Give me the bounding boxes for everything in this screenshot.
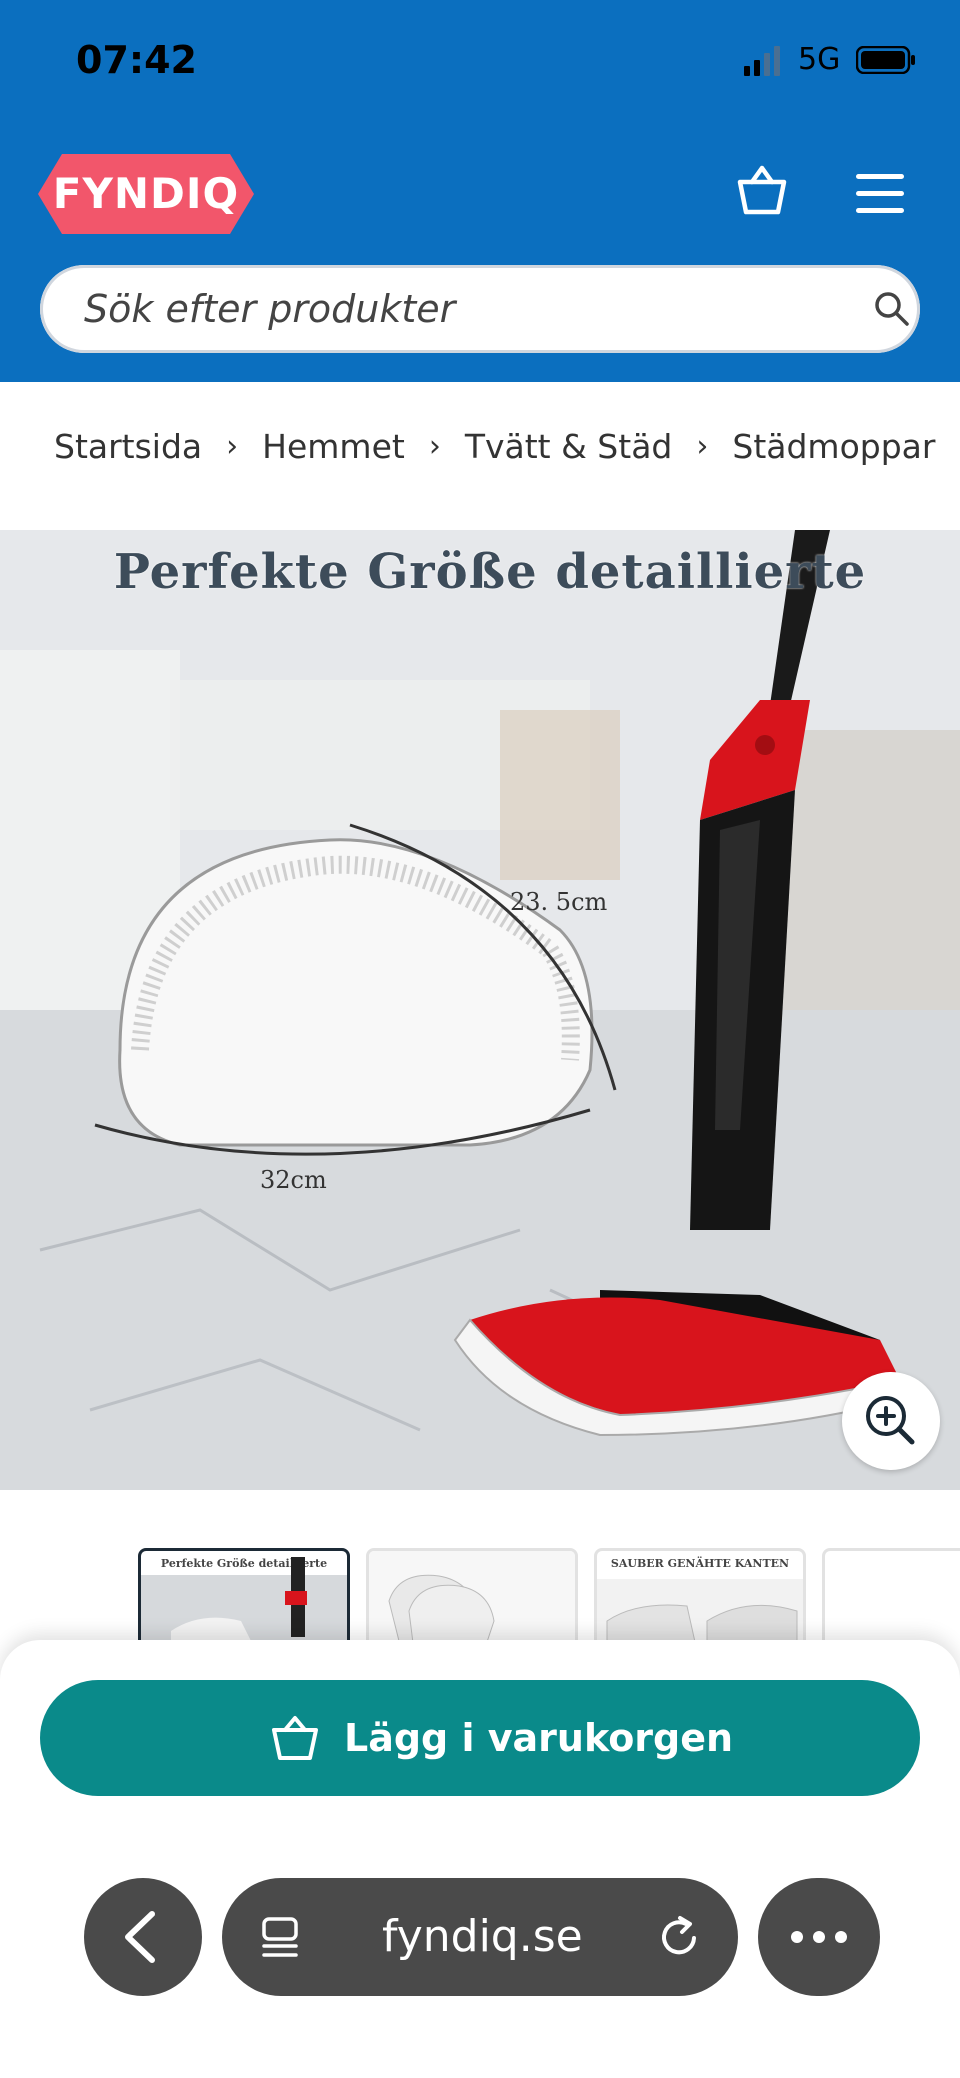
battery-icon	[856, 46, 915, 74]
breadcrumb-stadmoppar[interactable]: Städmoppar	[732, 427, 935, 466]
dimension-label-side: 23. 5cm	[510, 888, 608, 916]
header: 07:42 5G FYNDIQ	[0, 0, 960, 382]
status-time: 07:42	[76, 38, 197, 82]
cart-icon	[272, 1716, 318, 1760]
zoom-button[interactable]	[842, 1372, 940, 1470]
url-text: fyndiq.se	[382, 1911, 583, 1962]
chevron-right-icon: ›	[696, 428, 709, 464]
thumbnail-image	[369, 1551, 575, 1640]
chevron-right-icon: ›	[428, 428, 441, 464]
add-to-cart-button[interactable]: Lägg i varukorgen	[40, 1680, 920, 1796]
thumbnail-2[interactable]	[366, 1548, 578, 1640]
product-illustration	[0, 530, 960, 1490]
breadcrumb: Startsida › Hemmet › Tvätt & Städ › Städ…	[54, 424, 935, 468]
tabs-icon[interactable]	[258, 1916, 302, 1960]
browser-url-bar[interactable]: fyndiq.se	[222, 1878, 738, 1996]
thumbnail-strip: Perfekte Größe detaillierte SAUBER GENÄH…	[138, 1548, 960, 1640]
thumbnail-3[interactable]: SAUBER GENÄHTE KANTEN	[594, 1548, 806, 1640]
menu-icon[interactable]	[852, 166, 908, 222]
status-bar: 07:42 5G	[0, 0, 960, 120]
browser-back-button[interactable]	[84, 1878, 202, 1996]
browser-more-button[interactable]	[758, 1878, 880, 1996]
dimension-label-bottom: 32cm	[260, 1166, 327, 1194]
more-icon	[791, 1931, 847, 1943]
network-type: 5G	[798, 42, 841, 77]
thumbnail-image	[597, 1579, 803, 1640]
back-chevron-icon	[125, 1911, 155, 1963]
signal-icon	[744, 46, 780, 76]
logo-text: FYNDIQ	[52, 169, 240, 218]
fyndiq-logo[interactable]: FYNDIQ	[38, 154, 254, 234]
breadcrumb-tvatt-stad[interactable]: Tvätt & Städ	[465, 427, 673, 466]
thumbnail-4[interactable]	[822, 1548, 960, 1640]
breadcrumb-hemmet[interactable]: Hemmet	[262, 427, 405, 466]
thumbnail-image	[141, 1557, 347, 1640]
product-image[interactable]: Perfekte Größe detaillierte 23. 5cm 32cm	[0, 530, 960, 1490]
product-image-title: Perfekte Größe detaillierte	[113, 544, 867, 600]
chevron-right-icon: ›	[226, 428, 239, 464]
search-input[interactable]	[84, 265, 804, 353]
search-bar[interactable]	[40, 265, 920, 353]
reload-icon[interactable]	[656, 1914, 702, 1960]
breadcrumb-startsida[interactable]: Startsida	[54, 427, 202, 466]
zoom-in-icon	[866, 1396, 915, 1445]
search-icon[interactable]	[872, 289, 912, 329]
cart-icon[interactable]	[734, 164, 790, 220]
page: 07:42 5G FYNDIQ Sök efter produkter Star…	[0, 0, 960, 2078]
thumbnail-1[interactable]: Perfekte Größe detaillierte	[138, 1548, 350, 1640]
add-to-cart-label: Lägg i varukorgen	[344, 1716, 734, 1760]
